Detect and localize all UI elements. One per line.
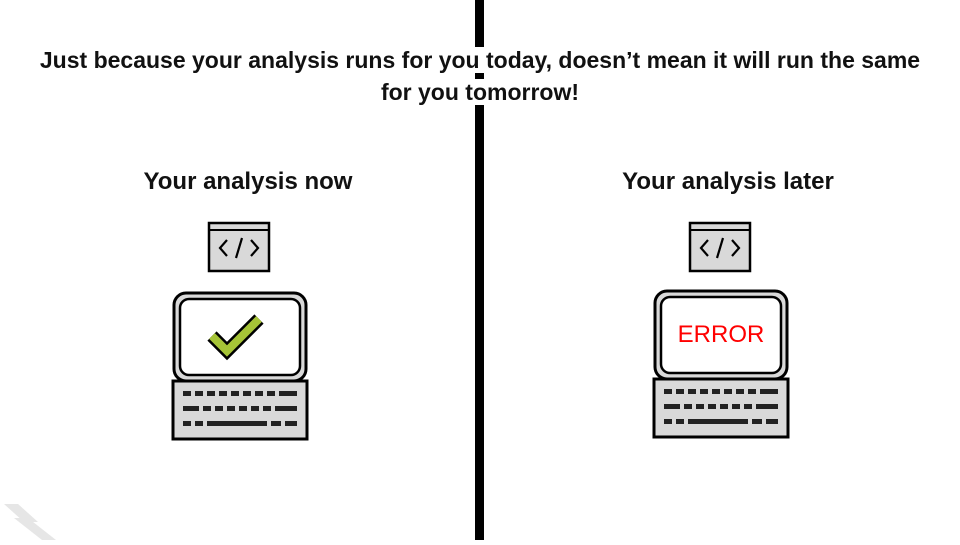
right-computer-illustration: ERROR xyxy=(648,218,794,444)
right-panel-title: Your analysis later xyxy=(622,168,834,195)
left-computer-illustration xyxy=(167,218,313,444)
headline-line-2: for you tomorrow! xyxy=(380,79,580,105)
error-message: ERROR xyxy=(677,321,765,348)
keyboard-icon xyxy=(652,377,790,439)
code-window-icon xyxy=(688,221,752,273)
headline-line-1: Just because your analysis runs for you … xyxy=(39,47,921,73)
left-panel-title: Your analysis now xyxy=(143,168,353,195)
logo-icon xyxy=(4,500,60,545)
keyboard-icon xyxy=(171,379,309,441)
code-window-icon xyxy=(207,221,271,273)
headline: Just because your analysis runs for you … xyxy=(0,44,960,108)
